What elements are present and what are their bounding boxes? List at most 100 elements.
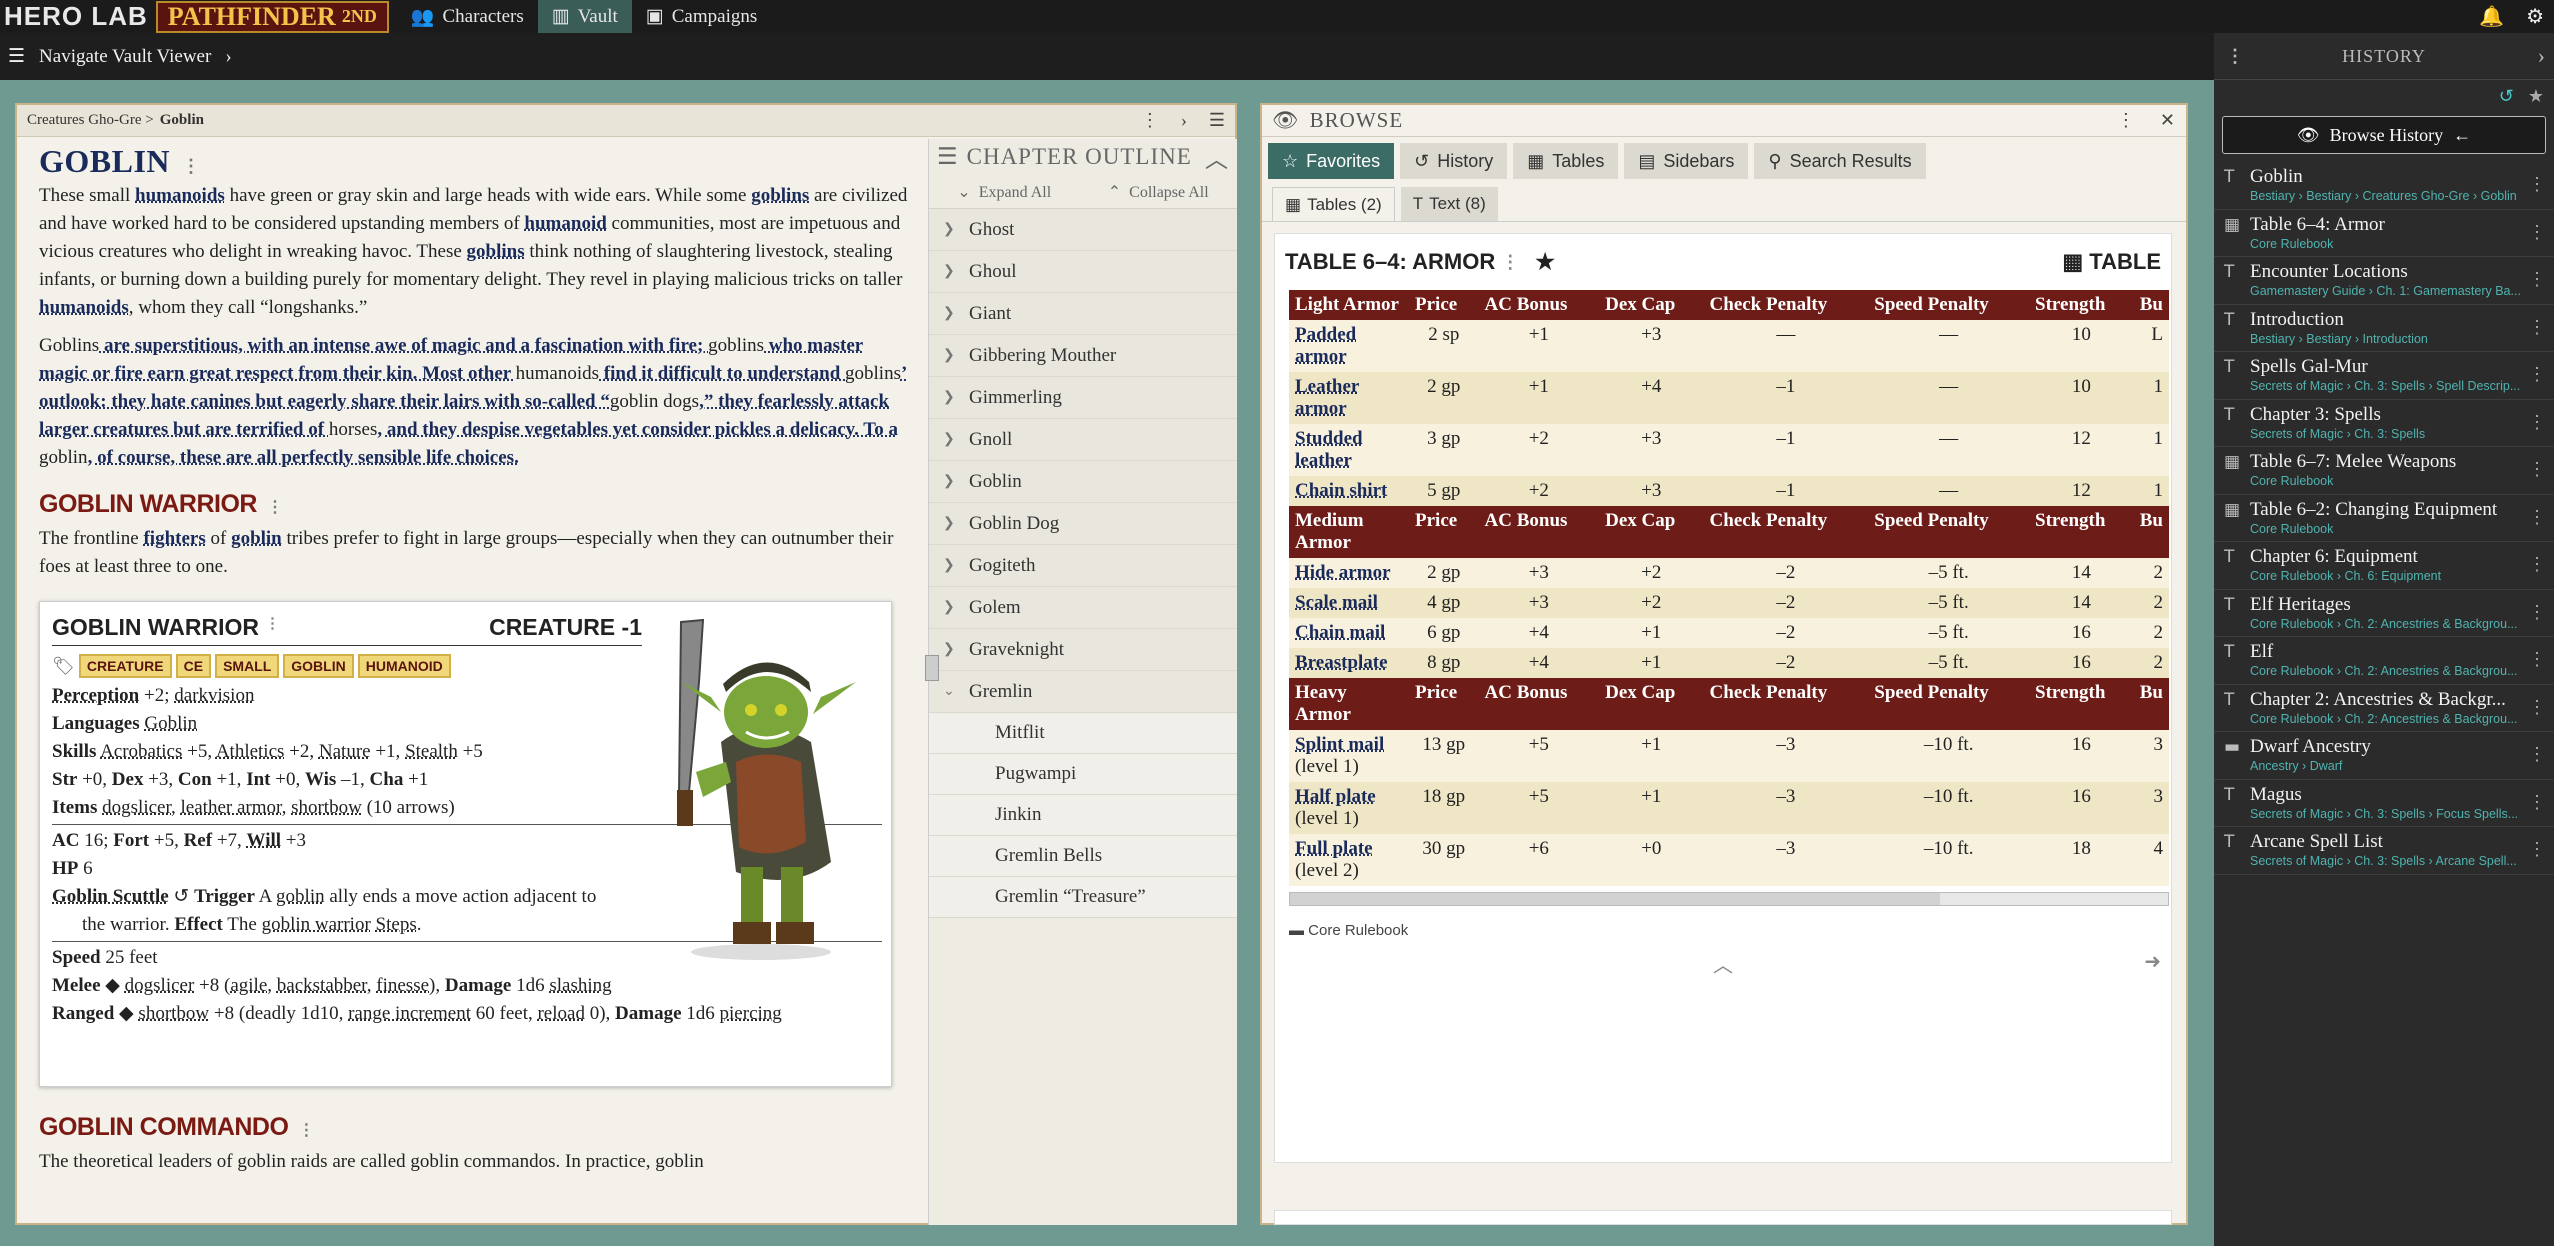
breadcrumb-parent[interactable]: Creatures Gho-Gre	[27, 112, 142, 129]
armor-link[interactable]: Chain shirt	[1295, 480, 1387, 501]
tab-favorites[interactable]: ☆ Favorites	[1268, 143, 1395, 179]
scrollbar-thumb[interactable]	[1290, 893, 1940, 905]
more-icon[interactable]: ⋮	[1141, 110, 1159, 131]
glossary-link[interactable]: backstabber	[277, 975, 367, 996]
more-icon[interactable]: ⋮	[2528, 364, 2546, 385]
source-label[interactable]: ▬ Core Rulebook	[1289, 922, 2171, 939]
history-item[interactable]: T Introduction Bestiary › Bestiary › Intro…	[2214, 305, 2554, 352]
chevron-right-icon[interactable]: ›	[225, 46, 231, 68]
collapse-all-button[interactable]: ⌃ Collapse All	[1108, 182, 1209, 202]
skill-link[interactable]: Stealth	[405, 741, 458, 762]
glossary-link[interactable]: slashing	[549, 975, 611, 996]
more-icon[interactable]: ⋮	[2528, 649, 2546, 670]
armor-link[interactable]: Hide armor	[1295, 562, 1391, 583]
glossary-link[interactable]: fighters	[143, 528, 205, 549]
herolab-logo[interactable]: HERO LAB	[0, 1, 156, 32]
outline-subitem[interactable]: Pugwampi	[929, 754, 1237, 795]
tab-sidebars[interactable]: ▤ Sidebars	[1624, 143, 1749, 179]
outline-item[interactable]: ❯ Gnoll	[929, 419, 1237, 461]
more-icon[interactable]: ⋮	[2528, 744, 2546, 765]
tab-history[interactable]: ↺ History	[1400, 143, 1508, 179]
more-icon[interactable]: ⋮	[2528, 317, 2546, 338]
glossary-link[interactable]: humanoids	[39, 297, 129, 318]
outline-subitem[interactable]: Gremlin “Treasure”	[929, 877, 1237, 918]
subtab-text[interactable]: T Text (8)	[1400, 187, 1498, 221]
navigate-vault-button[interactable]: Navigate Vault Viewer	[39, 46, 211, 68]
history-item[interactable]: T Spells Gal-Mur Secrets of Magic › Ch. 3:…	[2214, 352, 2554, 400]
glossary-link[interactable]: find it difficult to understand	[599, 363, 845, 384]
more-icon[interactable]: ⋮	[267, 499, 283, 516]
tab-tables[interactable]: ▦ Tables	[1513, 143, 1619, 179]
browse-history-button[interactable]: 👁 Browse History ←	[2222, 116, 2546, 154]
item-link[interactable]: dogslicer	[102, 797, 171, 818]
history-item[interactable]: ▬ Dwarf Ancestry Ancestry › Dwarf ⋮	[2214, 732, 2554, 780]
tab-search-results[interactable]: ⚲ Search Results	[1754, 143, 1926, 179]
outline-item[interactable]: ❯ Gibbering Mouther	[929, 335, 1237, 377]
arrow-right-icon[interactable]: ➜	[2144, 949, 2161, 974]
star-icon[interactable]: ★	[2528, 86, 2544, 106]
glossary-link[interactable]: goblin	[231, 528, 282, 549]
outline-subitem[interactable]: Gremlin Bells	[929, 836, 1237, 877]
more-icon[interactable]: ⋮	[2226, 46, 2245, 67]
more-icon[interactable]: ⋮	[265, 614, 280, 641]
outline-item[interactable]: ❯ Goblin Dog	[929, 503, 1237, 545]
armor-link[interactable]: Breastplate	[1295, 652, 1388, 673]
glossary-link[interactable]: goblin warrior	[262, 914, 371, 935]
more-icon[interactable]: ⋮	[2528, 602, 2546, 623]
glossary-link[interactable]: humanoids	[135, 185, 225, 206]
more-icon[interactable]: ⋮	[2528, 222, 2546, 243]
skill-link[interactable]: Nature	[319, 741, 371, 762]
more-icon[interactable]: ⋮	[2528, 554, 2546, 575]
armor-link[interactable]: Leather armor	[1295, 376, 1359, 419]
glossary-link[interactable]: , of course, these are all perfectly sen…	[88, 447, 519, 468]
more-icon[interactable]: ⋮	[2528, 792, 2546, 813]
armor-link[interactable]: Studded leather	[1295, 428, 1363, 471]
glossary-link[interactable]: goblins	[751, 185, 809, 206]
trait-badge[interactable]: GOBLIN	[283, 654, 354, 678]
skill-link[interactable]: Acrobatics	[100, 741, 182, 762]
history-item[interactable]: T Chapter 2: Ancestries & Backgr... Core R…	[2214, 685, 2554, 732]
outline-item[interactable]: ⌄ Gremlin	[929, 671, 1237, 713]
outline-item[interactable]: ❯ Giant	[929, 293, 1237, 335]
table-title[interactable]: TABLE 6–4: ARMOR	[1285, 249, 1495, 275]
armor-link[interactable]: Half plate	[1295, 786, 1376, 807]
darkvision-link[interactable]: darkvision	[174, 685, 254, 706]
history-item[interactable]: T Encounter Locations Gamemastery Guide › …	[2214, 257, 2554, 305]
glossary-link[interactable]: , and they despise vegetables yet consid…	[377, 419, 898, 440]
history-item[interactable]: T Goblin Bestiary › Bestiary › Creatures G…	[2214, 162, 2554, 210]
glossary-link[interactable]: goblins	[467, 241, 525, 262]
glossary-link[interactable]: are superstitious, with an intense awe o…	[99, 335, 708, 356]
chevron-right-icon[interactable]: ›	[1181, 110, 1187, 131]
history-item[interactable]: T Arcane Spell List Secrets of Magic › Ch.…	[2214, 827, 2554, 875]
outline-subitem[interactable]: Jinkin	[929, 795, 1237, 836]
subtab-tables[interactable]: ▦ Tables (2)	[1272, 187, 1395, 221]
favorite-star-icon[interactable]: ★	[1535, 249, 1555, 275]
outline-item[interactable]: ❯ Goblin	[929, 461, 1237, 503]
gear-icon[interactable]: ⚙	[2526, 4, 2544, 29]
history-item[interactable]: T Chapter 6: Equipment Core Rulebook › Ch.…	[2214, 542, 2554, 590]
more-icon[interactable]: ⋮	[2117, 110, 2136, 131]
more-icon[interactable]: ⋮	[1501, 252, 1519, 273]
steps-link[interactable]: Steps	[376, 914, 417, 935]
glossary-link[interactable]: humanoid	[524, 213, 606, 234]
glossary-link[interactable]: piercing	[720, 1003, 782, 1024]
trait-badge[interactable]: SMALL	[215, 654, 280, 678]
more-icon[interactable]: ⋮	[298, 1122, 314, 1139]
glossary-link[interactable]: agile	[230, 975, 267, 996]
outline-toggle-icon[interactable]: ☰	[1209, 110, 1225, 131]
glossary-link[interactable]: range increment	[348, 1003, 471, 1024]
item-link[interactable]: leather armor	[181, 797, 282, 818]
glossary-link[interactable]: reload	[537, 1003, 584, 1024]
chevron-right-icon[interactable]: ›	[2538, 43, 2546, 69]
horizontal-scrollbar[interactable]	[1289, 892, 2169, 906]
more-icon[interactable]: ⋮	[2528, 459, 2546, 480]
outline-item[interactable]: ❯ Ghoul	[929, 251, 1237, 293]
history-item[interactable]: ▦ Table 6–2: Changing Equipment Core Ruleb…	[2214, 495, 2554, 542]
glossary-link[interactable]: shortbow	[138, 1003, 209, 1024]
chevron-up-icon[interactable]: ︿	[1713, 949, 1733, 978]
more-icon[interactable]: ⋮	[2528, 269, 2546, 290]
pathfinder-logo[interactable]: PATHFINDER 2ND	[155, 0, 389, 33]
defense-label[interactable]: Will	[247, 830, 282, 851]
outline-item[interactable]: ❯ Graveknight	[929, 629, 1237, 671]
chevron-up-icon[interactable]: ︿	[1205, 140, 1229, 174]
